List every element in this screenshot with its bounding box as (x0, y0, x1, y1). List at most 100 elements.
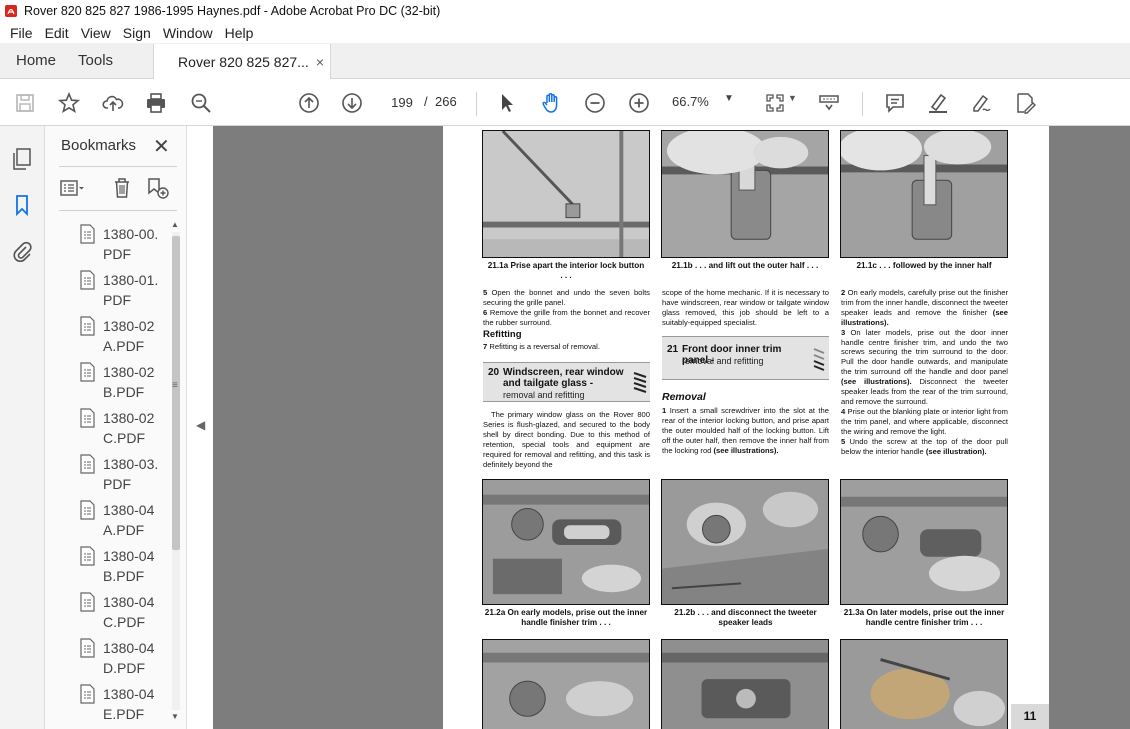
caption-21-1b: 21.1b . . . and lift out the outer half … (671, 261, 819, 270)
menu-file[interactable]: File (4, 25, 39, 41)
illustration-ref: (see illustrations). (713, 445, 779, 455)
sign-icon[interactable] (968, 90, 994, 116)
photo-21-1a (482, 130, 650, 258)
photo-21-2a (482, 479, 650, 605)
caption-21-3a: 21.3a On later models, prise out the inn… (843, 608, 1005, 627)
bookmark-item[interactable]: 1380-00.PDF (75, 222, 171, 268)
zoom-in-icon[interactable] (626, 90, 652, 116)
highlight-icon[interactable] (925, 90, 951, 116)
page-fit-dropdown-icon[interactable]: ▼ (788, 93, 797, 103)
panel-resize-grip-icon[interactable]: ≡ (172, 380, 178, 391)
attachments-icon[interactable] (9, 238, 35, 264)
hand-icon[interactable] (538, 90, 564, 116)
menu-sign[interactable]: Sign (117, 25, 157, 41)
step-number: 4 (841, 406, 846, 416)
menu-window[interactable]: Window (157, 25, 219, 41)
difficulty-spanner-icon (813, 348, 825, 371)
bookmark-item[interactable]: 1380-04B.PDF (75, 544, 171, 590)
bookmark-item[interactable]: 1380-03.PDF (75, 452, 171, 498)
tab-document[interactable]: Rover 820 825 827... × (153, 44, 332, 79)
bookmark-page-icon (80, 684, 95, 704)
window-title: Rover 820 825 827 1986-1995 Haynes.pdf -… (24, 4, 441, 18)
section-number: 20 (488, 367, 500, 378)
scroll-down-icon[interactable]: ▼ (171, 712, 179, 721)
page-fit-icon[interactable] (762, 90, 788, 116)
step-number: 2 (841, 288, 846, 297)
step-number: 5 (483, 288, 488, 297)
upload-icon[interactable] (100, 90, 126, 116)
bookmark-label: 1380-04E.PDF (103, 686, 155, 722)
bookmark-item[interactable]: 1380-04D.PDF (75, 636, 171, 682)
tab-home[interactable]: Home (0, 43, 70, 78)
section-21-box: 21 Front door inner trim panel - removal… (662, 336, 829, 380)
tab-close-button[interactable]: × (316, 54, 324, 70)
photo-21-1b (661, 130, 829, 258)
bookmark-page-icon (80, 224, 95, 244)
scrollbar-thumb[interactable] (172, 236, 180, 550)
bookmarks-panel-icon[interactable] (9, 192, 35, 218)
toolbar-divider (476, 92, 477, 116)
pointer-icon[interactable] (494, 90, 520, 116)
bookmark-label: 1380-03.PDF (103, 456, 159, 492)
bookmark-label: 1380-00.PDF (103, 226, 159, 262)
bookmarks-title: Bookmarks (61, 137, 137, 154)
bookmark-label: 1380-02A.PDF (103, 318, 155, 354)
zoom-level[interactable]: 66.7% (672, 94, 709, 109)
menu-edit[interactable]: Edit (39, 25, 75, 41)
edit-pdf-icon[interactable] (1012, 90, 1038, 116)
delete-bookmark-icon[interactable] (109, 176, 135, 200)
section-number: 21 (667, 344, 679, 355)
bookmark-label: 1380-04B.PDF (103, 548, 155, 584)
bookmarks-close-button[interactable]: ✕ (153, 134, 170, 159)
bookmark-item[interactable]: 1380-04A.PDF (75, 498, 171, 544)
zoom-search-icon[interactable] (188, 90, 214, 116)
bookmark-item[interactable]: 1380-02B.PDF (75, 360, 171, 406)
text-column-2b: 1 Insert a small screwdriver into the sl… (662, 406, 829, 456)
page-number-input[interactable] (385, 91, 419, 113)
step-number: 7 (483, 342, 488, 351)
collapse-panel-icon[interactable]: ◀ (196, 418, 205, 432)
menu-help[interactable]: Help (219, 25, 260, 41)
page-total: 266 (435, 94, 457, 109)
bookmark-page-icon (80, 592, 95, 612)
bookmark-page-icon (80, 270, 95, 290)
step-number: 1 (662, 406, 667, 415)
title-bar: Rover 820 825 827 1986-1995 Haynes.pdf -… (0, 0, 1130, 22)
bookmark-item[interactable]: 1380-04C.PDF (75, 590, 171, 636)
scroll-up-icon[interactable]: ▲ (171, 220, 179, 229)
bookmark-label: 1380-02B.PDF (103, 364, 155, 400)
bookmark-page-icon (80, 316, 95, 336)
bookmark-label: 1380-04D.PDF (103, 640, 155, 676)
star-icon[interactable] (56, 90, 82, 116)
next-page-icon[interactable] (339, 90, 365, 116)
comment-icon[interactable] (882, 90, 908, 116)
menu-view[interactable]: View (75, 25, 117, 41)
bookmark-item[interactable]: 1380-02A.PDF (75, 314, 171, 360)
step-text: Open the bonnet and undo the seven bolts… (483, 288, 650, 307)
document-viewport[interactable]: 21.1a Prise apart the interior lock butt… (213, 126, 1130, 729)
new-bookmark-icon[interactable] (145, 176, 171, 200)
bookmark-item[interactable]: 1380-02C.PDF (75, 406, 171, 452)
bookmarks-scrollbar[interactable]: ▲ ▼ (169, 218, 182, 723)
step-number: 3 (841, 327, 846, 337)
page-thumbnails-icon[interactable] (9, 146, 35, 172)
removal-heading: Removal (662, 391, 706, 403)
prev-page-icon[interactable] (296, 90, 322, 116)
step-number: 6 (483, 307, 488, 317)
bookmark-page-icon (80, 362, 95, 382)
bookmark-item[interactable]: 1380-01.PDF (75, 268, 171, 314)
print-icon[interactable] (143, 90, 169, 116)
save-icon[interactable] (12, 90, 38, 116)
step-number: 5 (841, 436, 846, 446)
options-menu-icon[interactable] (59, 176, 85, 200)
bookmark-item[interactable]: 1380-04E.PDF (75, 682, 171, 728)
bookmark-label: 1380-04A.PDF (103, 502, 155, 538)
scroll-mode-icon[interactable] (816, 90, 842, 116)
zoom-dropdown-icon[interactable]: ▼ (724, 93, 734, 104)
caption-21-2b: 21.2b . . . and disconnect the tweeter s… (674, 608, 817, 627)
zoom-out-icon[interactable] (582, 90, 608, 116)
caption-21-1c: 21.1c . . . followed by the inner half (856, 261, 992, 270)
photo-bottom-3 (840, 639, 1008, 729)
section-subtitle: removal and refitting (503, 390, 585, 400)
tab-tools[interactable]: Tools (70, 43, 127, 78)
